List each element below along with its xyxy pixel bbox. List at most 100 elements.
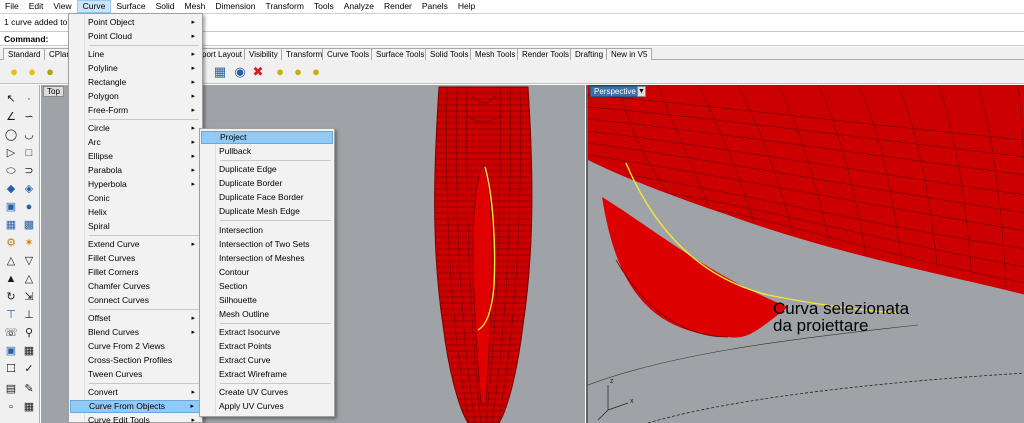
surface-icon[interactable]: ◆ (3, 181, 19, 197)
submenu-item-duplicate-edge[interactable]: Duplicate Edge (201, 163, 333, 176)
loft-icon[interactable]: ◈ (21, 181, 37, 197)
tab-mesh-tools[interactable]: Mesh Tools (470, 48, 521, 60)
sphere-icon[interactable]: ● (21, 199, 37, 215)
grid-icon[interactable]: ▦ (21, 399, 37, 415)
text-icon[interactable]: ⊥ (21, 307, 37, 323)
extrude-icon[interactable]: ▦ (3, 217, 19, 233)
ellipse-icon[interactable]: ⬭ (3, 163, 19, 179)
menu-panels[interactable]: Panels (417, 0, 453, 13)
submenu-item-duplicate-mesh-edge[interactable]: Duplicate Mesh Edge (201, 205, 333, 218)
menu-mesh[interactable]: Mesh (180, 0, 211, 13)
menu-item-point-object[interactable]: Point Object ▸ (70, 16, 201, 29)
menu-item-rectangle[interactable]: Rectangle ▸ (70, 76, 201, 89)
layout-icon[interactable]: ▦ (21, 343, 37, 359)
boolean-union-icon[interactable]: ⚙ (3, 235, 19, 251)
submenu-item-extract-curve[interactable]: Extract Curve (201, 354, 333, 367)
menu-item-spiral[interactable]: Spiral (70, 220, 201, 233)
dimension-icon[interactable]: ⊤ (3, 307, 19, 323)
menu-item-curve-from-2-views[interactable]: Curve From 2 Views (70, 340, 201, 353)
circle-icon[interactable]: ◯ (3, 127, 19, 143)
osnap-icon[interactable]: ⚲ (21, 325, 37, 341)
submenu-item-pullback[interactable]: Pullback (201, 145, 333, 158)
menu-item-line[interactable]: Line ▸ (70, 48, 201, 61)
menu-item-curve-from-objects[interactable]: Curve From Objects ▸ (70, 400, 201, 413)
submenu-item-extract-isocurve[interactable]: Extract Isocurve (201, 326, 333, 339)
curve-icon[interactable]: ∽ (21, 109, 37, 125)
menu-analyze[interactable]: Analyze (339, 0, 379, 13)
tab-transform[interactable]: Transform (281, 48, 328, 60)
tab-new-in-v5[interactable]: New in V5 (606, 48, 653, 60)
box-icon[interactable]: ▣ (3, 199, 19, 215)
check-icon[interactable]: ✓ (21, 361, 37, 377)
submenu-item-contour[interactable]: Contour (201, 266, 333, 279)
submenu-item-extract-wireframe[interactable]: Extract Wireframe (201, 368, 333, 381)
menu-item-fillet-corners[interactable]: Fillet Corners (70, 266, 201, 279)
arc-icon[interactable]: ◡ (21, 127, 37, 143)
move-icon[interactable]: ▲ (3, 271, 19, 287)
menu-dimension[interactable]: Dimension (210, 0, 260, 13)
menu-item-blend-curves[interactable]: Blend Curves ▸ (70, 326, 201, 339)
tab-drafting[interactable]: Drafting (570, 48, 609, 60)
show-selected-icon[interactable]: ● (290, 64, 306, 80)
point-icon[interactable]: · (21, 91, 37, 107)
menu-help[interactable]: Help (453, 0, 480, 13)
menu-item-convert[interactable]: Convert ▸ (70, 386, 201, 399)
menu-item-tween-curves[interactable]: Tween Curves (70, 368, 201, 381)
submenu-item-apply-uv-curves[interactable]: Apply UV Curves (201, 400, 333, 413)
select-arrow-icon[interactable]: ↖ (3, 91, 19, 107)
cplane-icon[interactable]: ▫ (3, 399, 19, 415)
perspective-viewport-label[interactable]: Perspective (590, 86, 640, 97)
polygon-icon[interactable]: ▷ (3, 145, 19, 161)
analyze-icon[interactable]: ☏ (3, 325, 19, 341)
copy-icon[interactable]: △ (21, 271, 37, 287)
offset-icon[interactable]: ⊃ (21, 163, 37, 179)
submenu-item-intersection[interactable]: Intersection (201, 224, 333, 237)
menu-item-polyline[interactable]: Polyline ▸ (70, 62, 201, 75)
split-icon[interactable]: ▽ (21, 253, 37, 269)
lightbulb-on-icon[interactable]: ● (24, 64, 40, 80)
rotate-icon[interactable]: ↻ (3, 289, 19, 305)
polyline-icon[interactable]: ∠ (3, 109, 19, 125)
lightbulb-icon[interactable]: ● (6, 64, 22, 80)
menu-curve[interactable]: Curve (76, 0, 112, 13)
lock-object-icon[interactable]: ✖ (250, 64, 266, 80)
menu-item-cross-section-profiles[interactable]: Cross-Section Profiles (70, 354, 201, 367)
menu-item-hyperbola[interactable]: Hyperbola ▸ (70, 178, 201, 191)
submenu-item-silhouette[interactable]: Silhouette (201, 294, 333, 307)
tab-solid-tools[interactable]: Solid Tools (425, 48, 474, 60)
menu-item-polygon[interactable]: Polygon ▸ (70, 90, 201, 103)
menu-item-curve-edit-tools[interactable]: Curve Edit Tools ▸ (70, 414, 201, 423)
history-icon[interactable]: ☐ (3, 361, 19, 377)
menu-item-extend-curve[interactable]: Extend Curve ▸ (70, 238, 201, 251)
submenu-item-project[interactable]: Project (201, 131, 333, 144)
menu-item-ellipse[interactable]: Ellipse ▸ (70, 150, 201, 163)
menu-item-arc[interactable]: Arc ▸ (70, 136, 201, 149)
layer-icon[interactable]: ▤ (3, 381, 19, 397)
top-viewport-label[interactable]: Top (43, 86, 64, 97)
submenu-item-intersection-two-sets[interactable]: Intersection of Two Sets (201, 238, 333, 251)
tab-render-tools[interactable]: Render Tools (517, 48, 574, 60)
menu-view[interactable]: View (48, 0, 76, 13)
menu-render[interactable]: Render (379, 0, 417, 13)
menu-tools[interactable]: Tools (309, 0, 339, 13)
tab-surface-tools[interactable]: Surface Tools (371, 48, 430, 60)
menu-solid[interactable]: Solid (151, 0, 180, 13)
submenu-item-intersection-meshes[interactable]: Intersection of Meshes (201, 252, 333, 265)
mesh-icon[interactable]: ▩ (21, 217, 37, 233)
scale-icon[interactable]: ⇲ (21, 289, 37, 305)
menu-item-offset[interactable]: Offset ▸ (70, 312, 201, 325)
join-icon[interactable]: △ (3, 253, 19, 269)
submenu-item-mesh-outline[interactable]: Mesh Outline (201, 308, 333, 321)
lightbulb-off-icon[interactable]: ● (42, 64, 58, 80)
menu-item-circle[interactable]: Circle ▸ (70, 122, 201, 135)
tab-curve-tools[interactable]: Curve Tools (322, 48, 375, 60)
menu-edit[interactable]: Edit (24, 0, 49, 13)
menu-item-connect-curves[interactable]: Connect Curves (70, 294, 201, 307)
menu-transform[interactable]: Transform (260, 0, 308, 13)
menu-item-parabola[interactable]: Parabola ▸ (70, 164, 201, 177)
tab-viewport-layout[interactable]: port Layout (197, 48, 248, 60)
submenu-item-extract-points[interactable]: Extract Points (201, 340, 333, 353)
viewport-menu-caret-icon[interactable]: ▼ (637, 86, 646, 97)
submenu-item-duplicate-border[interactable]: Duplicate Border (201, 177, 333, 190)
menu-item-point-cloud[interactable]: Point Cloud ▸ (70, 30, 201, 43)
